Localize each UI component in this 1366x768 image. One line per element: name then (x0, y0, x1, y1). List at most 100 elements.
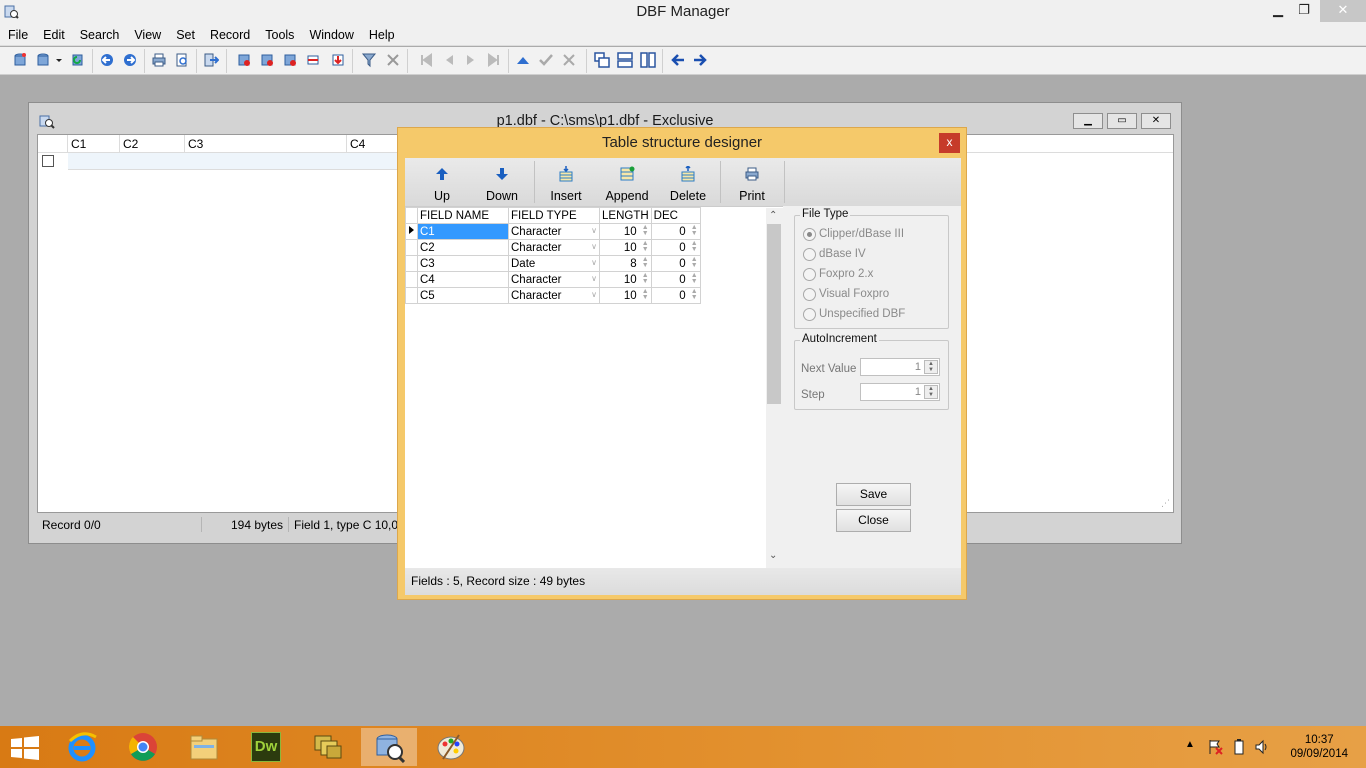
step-spinner[interactable]: ▲ ▼ (924, 385, 938, 399)
row-delete-checkbox[interactable] (42, 155, 54, 167)
spinner-icon[interactable]: ▲ ▼ (642, 288, 649, 301)
recall-record-icon[interactable] (259, 52, 275, 68)
close-button[interactable]: ✕ (1320, 0, 1366, 22)
table-row[interactable]: C3 Date ∨ 8 ▲ ▼ 0 ▲ ▼ (405, 255, 701, 272)
dec-cell[interactable]: 0 ▲ ▼ (650, 271, 701, 288)
new-table-icon[interactable] (12, 52, 28, 68)
dec-cell[interactable]: 0 ▲ ▼ (650, 239, 701, 256)
dec-header[interactable]: DEC (650, 207, 701, 224)
post-record-icon[interactable] (538, 52, 554, 68)
spinner-icon[interactable]: ▲ ▼ (691, 272, 698, 285)
spinner-icon[interactable]: ▲ ▼ (691, 256, 698, 269)
import-icon[interactable] (99, 52, 115, 68)
length-cell[interactable]: 10 ▲ ▼ (599, 223, 652, 240)
field-name-cell[interactable]: C4 (417, 271, 509, 288)
field-type-header[interactable]: FIELD TYPE (508, 207, 600, 224)
cascade-icon[interactable] (594, 52, 610, 68)
table-row[interactable]: C1 Character ∨ 10 ▲ ▼ 0 ▲ ▼ (405, 223, 701, 240)
length-cell[interactable]: 10 ▲ ▼ (599, 239, 652, 256)
field-name-cell[interactable]: C2 (417, 239, 509, 256)
dec-cell[interactable]: 0 ▲ ▼ (650, 255, 701, 272)
chevron-down-icon[interactable]: ∨ (591, 290, 597, 299)
action-center-flag-icon[interactable] (1207, 739, 1223, 755)
spinner-icon[interactable]: ▲ ▼ (691, 288, 698, 301)
delete-record-icon[interactable] (236, 52, 252, 68)
menu-tools[interactable]: Tools (257, 24, 301, 42)
taskbar-paint[interactable] (423, 728, 479, 766)
child-close-button[interactable]: ✕ (1141, 113, 1171, 129)
insert-record-icon[interactable] (515, 52, 531, 68)
column-header[interactable]: C3 (185, 135, 347, 153)
last-record-icon[interactable] (486, 52, 502, 68)
up-button[interactable]: Up (413, 158, 471, 206)
export-icon[interactable] (122, 52, 138, 68)
pack-table-icon[interactable] (282, 52, 298, 68)
fields-grid[interactable]: FIELD NAME FIELD TYPE LENGTH DEC C1 Char… (405, 206, 783, 568)
taskbar-file-explorer[interactable] (176, 728, 232, 766)
menu-record[interactable]: Record (202, 24, 257, 42)
save-button[interactable]: Save (836, 483, 911, 506)
taskbar-internet-explorer[interactable] (54, 728, 110, 766)
taskbar-clock[interactable]: 10:37 09/09/2014 (1290, 733, 1348, 761)
spinner-icon[interactable]: ▲ ▼ (642, 224, 649, 237)
table-row[interactable] (68, 153, 428, 170)
column-header[interactable]: C2 (120, 135, 185, 153)
show-hidden-icons-icon[interactable]: ▲ (1185, 739, 1195, 750)
dec-cell[interactable]: 0 ▲ ▼ (650, 287, 701, 304)
taskbar-chrome[interactable] (115, 728, 171, 766)
scrollbar-thumb[interactable] (767, 224, 781, 404)
menu-edit[interactable]: Edit (35, 24, 72, 42)
table-row[interactable]: C2 Character ∨ 10 ▲ ▼ 0 ▲ ▼ (405, 239, 701, 256)
menu-view[interactable]: View (126, 24, 168, 42)
chevron-down-icon[interactable]: ∨ (591, 258, 597, 267)
column-header[interactable]: C1 (68, 135, 120, 153)
length-cell[interactable]: 10 ▲ ▼ (599, 287, 652, 304)
print-icon[interactable] (151, 52, 167, 68)
field-type-cell[interactable]: Character ∨ (508, 287, 600, 304)
field-name-cell[interactable]: C1 (417, 223, 509, 240)
minimize-button[interactable]: ▁ (1264, 0, 1292, 22)
arrow-right-icon[interactable] (692, 52, 708, 68)
chevron-down-icon[interactable]: ∨ (591, 274, 597, 283)
dialog-close-button[interactable]: x (939, 133, 960, 153)
chevron-down-icon[interactable]: ∨ (591, 226, 597, 235)
open-table-icon[interactable] (35, 52, 51, 68)
tile-horizontal-icon[interactable] (617, 52, 633, 68)
field-type-cell[interactable]: Date ∨ (508, 255, 600, 272)
refresh-table-icon[interactable] (70, 52, 86, 68)
spinner-icon[interactable]: ▲ ▼ (691, 240, 698, 253)
taskbar-dreamweaver[interactable]: Dw (238, 728, 294, 766)
spinner-icon[interactable]: ▲ ▼ (691, 224, 698, 237)
tile-vertical-icon[interactable] (640, 52, 656, 68)
first-record-icon[interactable] (418, 52, 434, 68)
previous-record-icon[interactable] (441, 52, 457, 68)
child-restore-button[interactable]: ▭ (1107, 113, 1137, 129)
menu-set[interactable]: Set (168, 24, 202, 42)
close-dialog-button[interactable]: Close (836, 509, 911, 532)
fields-vertical-scrollbar[interactable]: ⌃ ⌄ (766, 208, 783, 568)
length-cell[interactable]: 10 ▲ ▼ (599, 271, 652, 288)
clear-filter-icon[interactable] (385, 52, 401, 68)
next-record-icon[interactable] (463, 52, 479, 68)
zap-table-icon[interactable] (305, 52, 321, 68)
append-button[interactable]: Append (597, 158, 657, 206)
next-value-spinner[interactable]: ▲ ▼ (924, 360, 938, 374)
length-cell[interactable]: 8 ▲ ▼ (599, 255, 652, 272)
scroll-up-icon[interactable]: ⌃ (769, 210, 777, 221)
arrow-left-icon[interactable] (670, 52, 686, 68)
spinner-icon[interactable]: ▲ ▼ (642, 272, 649, 285)
print-button[interactable]: Print (723, 158, 781, 206)
child-minimize-button[interactable]: ▁ (1073, 113, 1103, 129)
menu-search[interactable]: Search (72, 24, 127, 42)
table-row[interactable]: C5 Character ∨ 10 ▲ ▼ 0 ▲ ▼ (405, 287, 701, 304)
menu-file[interactable]: File (0, 24, 35, 42)
taskbar-dbf-manager[interactable] (361, 728, 417, 766)
field-type-cell[interactable]: Character ∨ (508, 239, 600, 256)
chevron-down-icon[interactable]: ∨ (591, 242, 597, 251)
menu-window[interactable]: Window (301, 24, 360, 42)
field-name-cell[interactable]: C3 (417, 255, 509, 272)
field-name-header[interactable]: FIELD NAME (417, 207, 509, 224)
volume-icon[interactable] (1254, 739, 1270, 755)
size-grip-icon[interactable]: ⋰ (1161, 498, 1170, 509)
exit-icon[interactable] (203, 52, 219, 68)
